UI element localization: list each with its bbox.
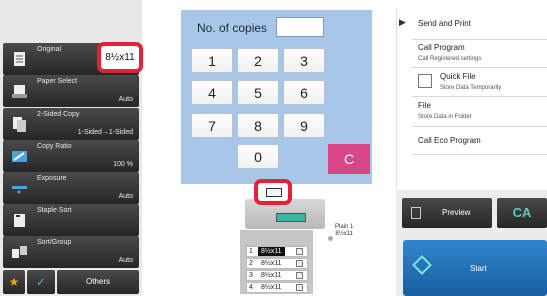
- check-button[interactable]: ✓: [27, 270, 55, 294]
- call-program-item[interactable]: Call Program Call Registered settings: [412, 40, 547, 68]
- quick-file-checkbox[interactable]: [418, 74, 432, 88]
- copy-ratio-name: Copy Ratio: [37, 143, 72, 150]
- tray-size: 8½x11: [258, 247, 285, 256]
- exposure-icon: [12, 186, 27, 194]
- bypass-tray-dot: [328, 236, 333, 241]
- two-sided-copy-value: 1-Sided→1-Sided: [77, 129, 133, 136]
- key-5[interactable]: 5: [237, 80, 279, 105]
- tray-1[interactable]: 1 8½x11: [246, 246, 308, 257]
- key-9[interactable]: 9: [283, 113, 325, 138]
- two-sided-copy-button[interactable]: 2-Sided Copy 1-Sided→1-Sided: [3, 108, 139, 140]
- bypass-size: 8½x11: [335, 231, 353, 237]
- clear-button[interactable]: C: [328, 144, 370, 174]
- paper-select-button[interactable]: Paper Select Auto: [3, 75, 139, 107]
- preview-icon: [411, 207, 421, 219]
- menu-sub: Store Data in Folder: [418, 114, 472, 120]
- original-setting-name: Original: [37, 46, 62, 53]
- menu-sub: Call Registered settings: [418, 56, 482, 62]
- copier-panel-graphic: [276, 213, 306, 222]
- key-2[interactable]: 2: [237, 48, 279, 73]
- original-size-value[interactable]: 8½x11: [97, 42, 143, 73]
- two-sided-copy-name: 2-Sided Copy: [37, 111, 80, 118]
- exposure-button[interactable]: Exposure Auto: [3, 172, 139, 204]
- start-icon: [412, 255, 432, 275]
- tray-number: 1: [249, 248, 253, 255]
- tray-number: 3: [249, 272, 253, 279]
- copies-keypad: No. of copies 1 2 3 4 5 6 7 8 9 0 C: [181, 10, 372, 184]
- bypass-tray-label[interactable]: Plain 1 8½x11: [335, 224, 353, 238]
- original-icon: [14, 52, 25, 66]
- paper-icon: [12, 85, 27, 98]
- output-tray-icon: [266, 188, 282, 197]
- tray-size: 8½x11: [261, 284, 282, 291]
- paper-stack-icon: [296, 248, 303, 255]
- start-button[interactable]: Start: [403, 240, 547, 296]
- copy-ratio-button[interactable]: Copy Ratio 100 %: [3, 140, 139, 172]
- exposure-value: Auto: [118, 193, 133, 200]
- menu-title: File: [418, 101, 431, 110]
- tray-size: 8½x11: [261, 272, 282, 279]
- staple-icon: [14, 214, 25, 227]
- menu-title: Quick File: [440, 72, 476, 81]
- tray-2[interactable]: 2 8½x11: [246, 258, 308, 269]
- collapse-arrow-icon[interactable]: ▶: [399, 17, 411, 29]
- star-icon: ★: [8, 275, 20, 289]
- call-eco-program-item[interactable]: Call Eco Program: [412, 127, 547, 155]
- sort-group-button[interactable]: Sort/Group Auto: [3, 236, 139, 268]
- menu-title: Call Eco Program: [418, 136, 481, 145]
- key-8[interactable]: 8: [237, 113, 279, 138]
- tray-number: 2: [249, 260, 253, 267]
- paper-stack-icon: [296, 260, 303, 267]
- right-panel-divider: [396, 10, 397, 188]
- output-tray-button[interactable]: [254, 179, 292, 205]
- check-icon: ✓: [35, 275, 47, 289]
- others-label: Others: [85, 277, 110, 286]
- duplex-icon: [13, 117, 26, 132]
- tray-3[interactable]: 3 8½x11: [246, 270, 308, 281]
- copies-label: No. of copies: [197, 21, 268, 35]
- paper-select-name: Paper Select: [37, 78, 78, 85]
- preview-button[interactable]: Preview: [402, 198, 492, 228]
- staple-sort-name: Staple Sort: [37, 207, 72, 214]
- menu-sub: Store Data Temporarily: [440, 85, 502, 91]
- tray-number: 4: [249, 284, 253, 291]
- key-0[interactable]: 0: [237, 144, 279, 169]
- send-and-print-item[interactable]: Send and Print: [412, 10, 547, 40]
- paper-stack-icon: [296, 272, 303, 279]
- key-6[interactable]: 6: [283, 80, 325, 105]
- key-1[interactable]: 1: [191, 48, 233, 73]
- key-7[interactable]: 7: [191, 113, 233, 138]
- sort-group-name: Sort/Group: [37, 239, 72, 246]
- tray-4[interactable]: 4 8½x11: [246, 282, 308, 293]
- ratio-icon: [12, 151, 27, 162]
- quick-file-item[interactable]: Quick File Store Data Temporarily: [412, 68, 547, 97]
- sort-group-icon: [12, 246, 27, 258]
- menu-title: Send and Print: [418, 19, 471, 28]
- key-4[interactable]: 4: [191, 80, 233, 105]
- staple-sort-button[interactable]: Staple Sort: [3, 204, 139, 236]
- paper-stack-icon: [296, 284, 303, 291]
- bypass-type: Plain 1: [335, 224, 354, 230]
- menu-title: Call Program: [418, 43, 465, 52]
- tray-size: 8½x11: [261, 260, 282, 267]
- start-label: Start: [470, 264, 487, 273]
- bottom-toolbar: ★ ✓ Others: [3, 270, 139, 294]
- copies-input[interactable]: [276, 17, 324, 37]
- exposure-name: Exposure: [37, 175, 67, 182]
- preview-label: Preview: [442, 208, 471, 217]
- key-3[interactable]: 3: [283, 48, 325, 73]
- others-button[interactable]: Others: [57, 270, 139, 294]
- copy-ratio-value: 100 %: [113, 161, 133, 168]
- paper-select-value: Auto: [118, 96, 133, 103]
- file-item[interactable]: File Store Data in Folder: [412, 97, 547, 127]
- clear-all-button[interactable]: CA: [497, 198, 547, 228]
- favorite-button[interactable]: ★: [3, 270, 25, 294]
- sort-group-value: Auto: [118, 257, 133, 264]
